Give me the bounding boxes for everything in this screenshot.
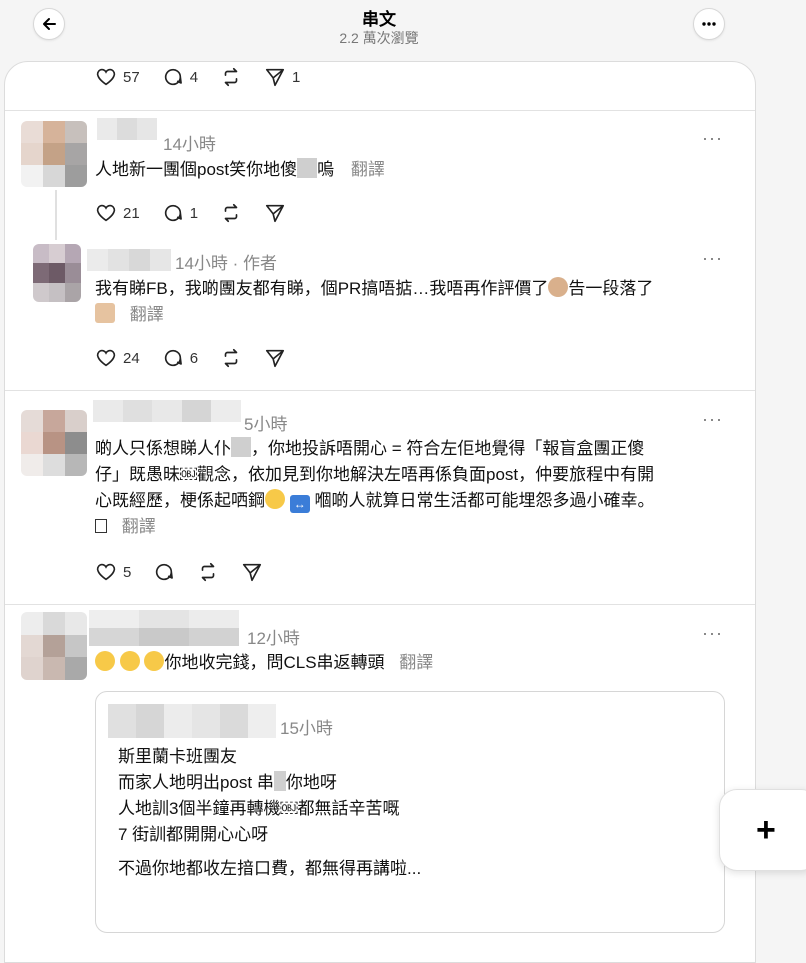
divider: [5, 110, 755, 111]
post-actions: 21 1: [95, 202, 308, 224]
new-post-button[interactable]: +: [719, 789, 806, 871]
share-button[interactable]: 1: [264, 66, 300, 88]
heart-icon: [96, 68, 116, 86]
left-right-arrow-emoji: ↔: [289, 495, 310, 513]
emoji: [548, 277, 569, 297]
view-count: 2.2 萬次瀏覽: [339, 30, 419, 46]
repost-button[interactable]: [197, 561, 219, 583]
avatar[interactable]: [21, 612, 87, 680]
post-more-button[interactable]: ···: [702, 623, 723, 644]
top-bar: 串文 2.2 萬次瀏覽: [0, 0, 806, 60]
repost-button[interactable]: [220, 202, 242, 224]
divider: [5, 390, 755, 391]
post-text: 啲人只係想睇人仆 ，你地投訴唔開心 = 符合左佢地覺得「報盲盒團正傻 仔」既愚昧￼…: [95, 437, 655, 536]
like-button[interactable]: 24: [95, 347, 140, 369]
repost-button[interactable]: [220, 66, 242, 88]
post-more-button[interactable]: ···: [702, 248, 723, 269]
share-button[interactable]: [264, 347, 286, 369]
post-text: 我有睇FB，我啲團友都有睇，個PR搞唔掂…我唔再作評價了 告一段落了 翻譯: [95, 277, 654, 324]
unknown-glyph: [95, 519, 107, 533]
timestamp: 12小時: [247, 629, 300, 648]
plus-icon: +: [756, 811, 776, 849]
translate-link[interactable]: 翻譯: [122, 517, 156, 536]
censored-block: [231, 437, 251, 457]
smiley-emoji: [265, 489, 285, 509]
repost-icon: [224, 348, 238, 368]
comment-icon: [156, 563, 174, 581]
post-more-button[interactable]: ···: [702, 128, 723, 149]
like-button[interactable]: 21: [95, 202, 140, 224]
quoted-post[interactable]: 15小時 斯里蘭卡班團友 而家人地明出post 串你地呀 人地訓3個半鐘再轉機￼…: [95, 691, 725, 933]
avatar[interactable]: [33, 244, 81, 302]
page-title: 串文: [362, 10, 396, 29]
like-button[interactable]: 57: [95, 66, 140, 88]
heart-icon: [96, 563, 116, 581]
repost-icon: [224, 67, 238, 87]
username-blurred[interactable]: [97, 118, 157, 140]
avatar[interactable]: [21, 121, 87, 187]
post-actions: 24 6: [95, 347, 308, 369]
translate-link[interactable]: 翻譯: [351, 160, 385, 179]
username-blurred[interactable]: [93, 400, 241, 422]
repost-button[interactable]: [220, 347, 242, 369]
share-button[interactable]: [264, 202, 286, 224]
avatar[interactable]: [21, 410, 87, 476]
more-options-button[interactable]: [693, 8, 725, 40]
original-post-actions: 57 4 1: [95, 66, 322, 88]
timestamp: 14小時: [163, 135, 216, 154]
send-icon: [265, 204, 285, 223]
send-icon: [243, 563, 262, 582]
send-icon: [265, 349, 285, 368]
laughing-emoji: [144, 651, 165, 671]
censored-block: [273, 771, 286, 791]
reply-button[interactable]: 4: [162, 66, 198, 88]
send-icon: [265, 68, 285, 87]
laughing-emoji: [119, 651, 140, 671]
censored-block: [297, 158, 318, 178]
more-icon: [702, 22, 716, 26]
heart-icon: [96, 204, 116, 222]
laughing-emoji: [95, 651, 115, 671]
heart-icon: [96, 349, 116, 367]
quoted-text: 斯里蘭卡班團友 而家人地明出post 串你地呀 人地訓3個半鐘再轉機￼都無話辛苦…: [118, 747, 422, 878]
post-text: 你地收完錢，問CLS串返轉頭 翻譯: [95, 650, 735, 676]
repost-icon: [224, 203, 238, 223]
thread-card: 57 4 1 14小時 ··· 人地新一團個post笑你地傻嗚 翻譯 21 1 …: [4, 61, 756, 963]
translate-link[interactable]: 翻譯: [130, 305, 164, 324]
timestamp: 14小時 · 作者: [175, 254, 278, 273]
comment-icon: [164, 349, 182, 367]
reply-button[interactable]: 1: [162, 202, 198, 224]
timestamp: 5小時: [244, 415, 288, 434]
comment-icon: [164, 68, 182, 86]
username-blurred: [108, 704, 276, 738]
share-button[interactable]: [241, 561, 263, 583]
reply-button[interactable]: [153, 561, 175, 583]
reply-button[interactable]: 6: [162, 347, 198, 369]
repost-icon: [202, 562, 215, 582]
post-text: 人地新一團個post笑你地傻嗚 翻譯: [95, 158, 385, 179]
comment-icon: [164, 204, 182, 222]
timestamp: 15小時: [280, 719, 333, 738]
like-button[interactable]: 5: [95, 561, 131, 583]
folded-hands-emoji: [95, 303, 115, 323]
post-more-button[interactable]: ···: [702, 409, 723, 430]
thread-line: [55, 190, 57, 240]
divider: [5, 604, 755, 605]
translate-link[interactable]: 翻譯: [399, 653, 433, 672]
username-blurred[interactable]: [87, 249, 171, 271]
username-blurred[interactable]: [89, 610, 239, 646]
post-actions: 5: [95, 561, 285, 583]
